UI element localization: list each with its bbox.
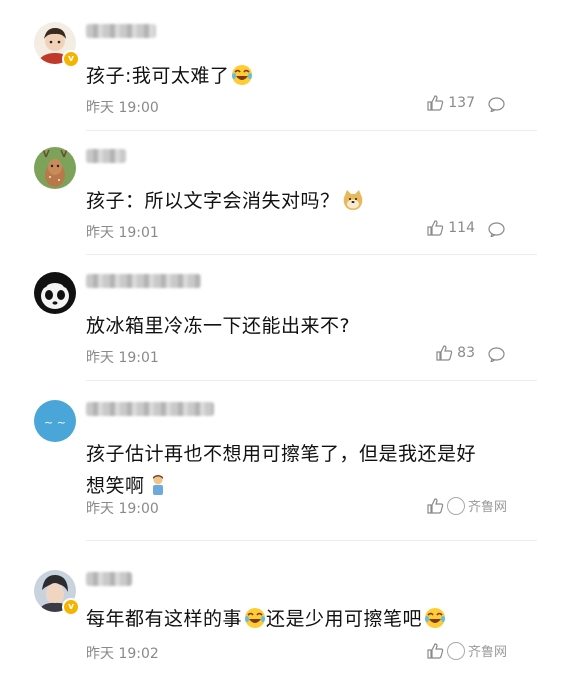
thumbs-up-icon xyxy=(427,220,444,236)
username-blurred[interactable] xyxy=(86,149,126,163)
like-button[interactable]: 137 xyxy=(427,95,475,111)
comment-item: v 孩子:我可太难了 昨天 19:00 137 xyxy=(0,10,565,130)
like-count: 114 xyxy=(448,220,475,236)
doge-emoji xyxy=(343,190,362,210)
comment-text: 放冰箱里冷冻一下还能出来不? xyxy=(86,315,351,337)
like-button[interactable]: 114 xyxy=(427,220,475,236)
verified-badge-icon: v xyxy=(62,598,80,616)
username-blurred[interactable] xyxy=(86,402,214,416)
username-blurred[interactable] xyxy=(86,24,156,38)
reply-bubble-icon[interactable] xyxy=(488,222,505,237)
watermark: 齐鲁网 xyxy=(427,641,507,660)
divider xyxy=(86,380,537,381)
like-count: 83 xyxy=(457,345,475,361)
comment-time: 昨天 19:01 xyxy=(86,225,159,241)
laugh-cry-emoji xyxy=(425,608,446,628)
comment-text: 孩子:我可太难了 xyxy=(86,60,526,92)
like-count: 137 xyxy=(448,95,475,111)
comment-text: 每年都有这样的事 还是少用可擦笔吧 xyxy=(86,603,526,635)
comment-time: 昨天 19:01 xyxy=(86,350,159,366)
reply-bubble-icon[interactable] xyxy=(488,97,505,112)
reply-bubble-icon[interactable] xyxy=(488,347,505,362)
thumbs-up-icon[interactable] xyxy=(427,497,444,514)
watermark-logo-icon xyxy=(446,641,465,660)
comment-text: 孩子：所以文字会消失对吗？ xyxy=(86,185,526,217)
watermark-text: 齐鲁网 xyxy=(467,645,507,660)
divider xyxy=(86,540,537,541)
username-blurred[interactable] xyxy=(86,274,201,288)
laugh-cry-emoji xyxy=(232,65,253,85)
watermark-text: 齐鲁网 xyxy=(467,500,507,515)
comment-item: 孩子：所以文字会消失对吗？ 昨天 19:01 114 xyxy=(0,135,565,255)
comment-time: 昨天 19:02 xyxy=(86,646,159,662)
comment-item: ~ ~ 孩子估计再也不想用可擦笔了，但是我还是好 想笑啊 昨天 19:00 齐鲁… xyxy=(0,388,565,538)
watermark: 齐鲁网 xyxy=(427,496,507,515)
divider xyxy=(86,130,537,131)
comment-time: 昨天 19:00 xyxy=(86,100,159,116)
avatar[interactable] xyxy=(34,272,76,314)
thumbs-up-icon xyxy=(436,345,453,361)
comment-text: 孩子估计再也不想用可擦笔了，但是我还是好 想笑啊 xyxy=(86,443,477,497)
comment-item: 放冰箱里冷冻一下还能出来不? 昨天 19:01 83 xyxy=(0,260,565,380)
watermark-logo-icon xyxy=(446,496,465,515)
thumbs-up-icon[interactable] xyxy=(427,642,444,659)
like-button[interactable]: 83 xyxy=(436,345,475,361)
thumbs-up-icon xyxy=(427,95,444,111)
avatar[interactable] xyxy=(34,147,76,189)
person-emoji xyxy=(152,475,163,495)
comment-item: v 每年都有这样的事 还是少用可擦笔吧 昨天 19:02 齐鲁网 xyxy=(0,558,565,678)
verified-badge-icon: v xyxy=(62,50,80,68)
username-blurred[interactable] xyxy=(86,572,132,586)
comment-time: 昨天 19:00 xyxy=(86,501,159,517)
avatar[interactable]: ~ ~ xyxy=(34,400,76,442)
svg-text:~ ~: ~ ~ xyxy=(44,416,66,429)
laugh-cry-emoji xyxy=(245,608,266,628)
divider xyxy=(86,254,537,255)
